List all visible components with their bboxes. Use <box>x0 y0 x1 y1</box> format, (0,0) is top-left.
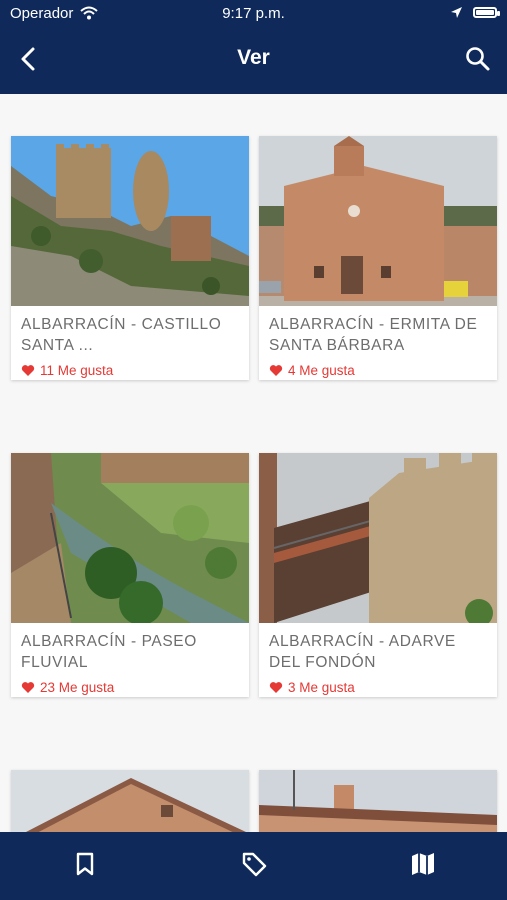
status-bar: Operador 9:17 p.m. <box>0 0 507 28</box>
heart-icon <box>21 364 35 376</box>
like-label: 3 Me gusta <box>288 679 355 695</box>
place-photo <box>11 453 249 623</box>
place-photo <box>259 453 497 623</box>
top-bar: Operador 9:17 p.m. Ver <box>0 0 507 94</box>
status-time: 9:17 p.m. <box>222 5 285 22</box>
tag-icon[interactable] <box>240 850 268 878</box>
like-count[interactable]: 23 Me gusta <box>21 677 239 697</box>
place-card[interactable]: ALBARRACÍN - PASEO FLUVIAL 23 Me gusta <box>11 453 249 697</box>
place-card[interactable] <box>259 770 497 832</box>
place-photo <box>259 770 497 832</box>
place-photo <box>11 136 249 306</box>
place-card[interactable] <box>11 770 249 832</box>
like-label: 23 Me gusta <box>40 679 115 695</box>
heart-icon <box>269 681 283 693</box>
bookmark-icon[interactable] <box>71 850 99 878</box>
place-photo <box>11 770 249 832</box>
page-title: Ver <box>237 46 270 69</box>
place-card[interactable]: ALBARRACÍN - ADARVE DEL FONDÓN 3 Me gust… <box>259 453 497 697</box>
heart-icon <box>21 681 35 693</box>
like-label: 11 Me gusta <box>40 362 114 378</box>
like-count[interactable]: 4 Me gusta <box>269 360 487 380</box>
places-grid: ALBARRACÍN - CASTILLO SANTA ... 11 Me gu… <box>0 94 507 832</box>
heart-icon <box>269 364 283 376</box>
location-arrow-icon <box>451 7 462 18</box>
place-title: ALBARRACÍN - ADARVE DEL FONDÓN <box>269 633 456 671</box>
search-icon[interactable] <box>463 44 493 74</box>
status-right <box>450 6 500 19</box>
like-count[interactable]: 11 Me gusta <box>21 360 239 380</box>
bottom-tab-bar <box>0 832 507 900</box>
place-title: ALBARRACÍN - ERMITA DE SANTA BÁRBARA <box>269 316 478 354</box>
place-card[interactable]: ALBARRACÍN - ERMITA DE SANTA BÁRBARA 4 M… <box>259 136 497 380</box>
like-count[interactable]: 3 Me gusta <box>269 677 487 697</box>
battery-icon <box>473 7 500 18</box>
place-title: ALBARRACÍN - PASEO FLUVIAL <box>21 633 197 671</box>
like-label: 4 Me gusta <box>288 362 355 378</box>
place-card[interactable]: ALBARRACÍN - CASTILLO SANTA ... 11 Me gu… <box>11 136 249 380</box>
place-title: ALBARRACÍN - CASTILLO SANTA ... <box>21 316 222 354</box>
map-icon[interactable] <box>409 850 437 878</box>
place-photo <box>259 136 497 306</box>
